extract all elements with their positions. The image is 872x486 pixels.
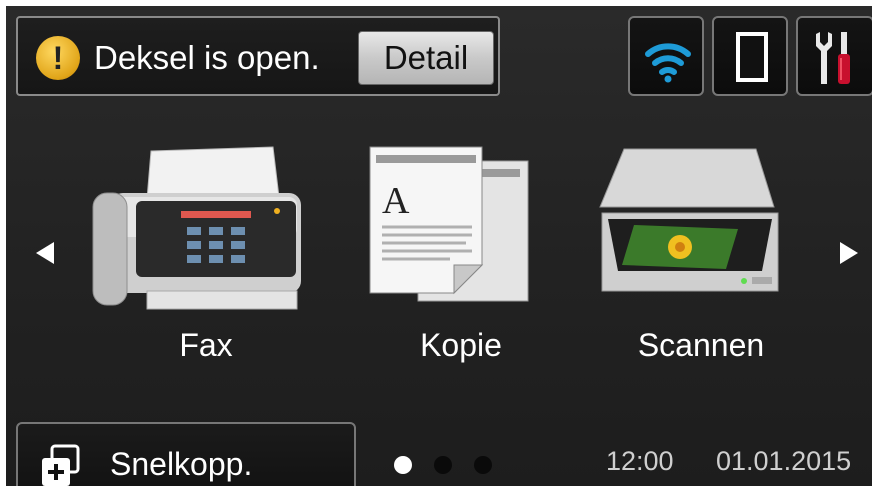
app-scan[interactable]: Scannen: [586, 141, 816, 381]
app-scan-label: Scannen: [637, 327, 765, 363]
app-fax-label: Fax: [179, 327, 233, 363]
fax-icon: [92, 146, 301, 310]
status-message: Deksel is open.: [94, 39, 320, 76]
detail-button[interactable]: Detail: [358, 31, 494, 85]
app-copy[interactable]: A Kopie: [346, 141, 576, 381]
settings-icon: [816, 32, 850, 84]
clock-time: 12:00: [606, 446, 674, 476]
warning-icon: !: [36, 36, 80, 80]
page-dot-1[interactable]: [394, 456, 412, 474]
next-page-arrow[interactable]: [838, 240, 860, 266]
page-dot-3[interactable]: [474, 456, 492, 474]
app-fax[interactable]: Fax: [91, 141, 321, 381]
clock-date: 01.01.2015: [716, 446, 852, 476]
previous-page-arrow[interactable]: [34, 240, 56, 266]
scanner-icon: [599, 148, 779, 292]
copy-icon: A: [369, 146, 529, 302]
wifi-icon: [645, 43, 691, 83]
touchscreen: ! Deksel is open. Detail Fax A Kopie Sca…: [6, 6, 872, 486]
app-copy-label: Kopie: [420, 327, 502, 363]
settings-button[interactable]: [796, 16, 872, 96]
toner-icon: [736, 32, 768, 82]
shortcuts-button[interactable]: Snelkopp.: [16, 422, 356, 486]
add-shortcut-icon: [42, 444, 80, 486]
status-bar: ! Deksel is open. Detail: [16, 16, 500, 96]
svg-text:A: A: [382, 180, 410, 222]
shortcuts-label: Snelkopp.: [110, 446, 253, 482]
page-dot-2[interactable]: [434, 456, 452, 474]
toner-button[interactable]: [712, 16, 788, 96]
wifi-button[interactable]: [628, 16, 704, 96]
